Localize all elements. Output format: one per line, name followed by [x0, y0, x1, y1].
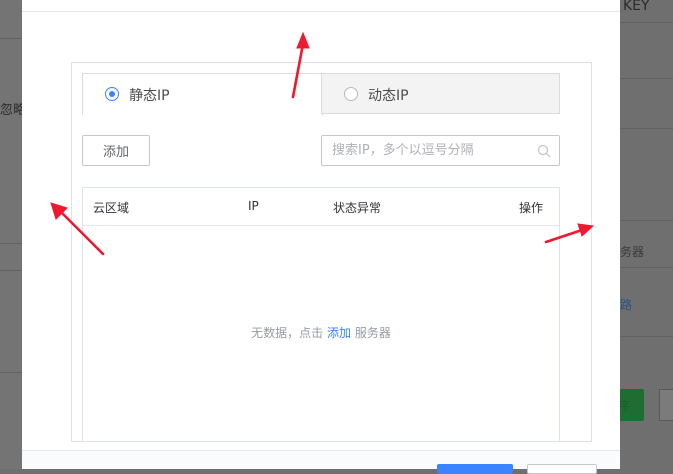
background-divider — [620, 78, 673, 79]
background-divider — [0, 243, 22, 244]
server-table: 云区域 IP 状态异常 操作 无数据，点击 添加 服务器 — [82, 187, 560, 442]
empty-state-add-link[interactable]: 添加 — [327, 326, 351, 340]
background-divider — [620, 22, 673, 23]
background-key-text: KEY — [623, 0, 650, 14]
background-divider — [0, 270, 22, 271]
background-link-text: 路 — [620, 298, 633, 312]
column-header-ip: IP — [248, 199, 259, 213]
background-divider — [620, 220, 673, 221]
table-header: 云区域 IP 状态异常 操作 — [83, 188, 559, 226]
empty-state-suffix: 服务器 — [354, 326, 391, 340]
column-header-cloud-area: 云区域 — [93, 201, 130, 215]
confirm-button[interactable] — [437, 464, 513, 474]
background-server-text: 务器 — [620, 245, 645, 259]
background-divider — [620, 267, 673, 268]
cancel-button[interactable] — [527, 464, 597, 474]
column-header-status: 状态异常 — [333, 201, 382, 215]
dynamic-ip-label: 动态IP — [368, 88, 409, 104]
column-header-actions: 操作 — [519, 201, 544, 215]
tab-static-ip[interactable]: 静态IP — [82, 73, 323, 115]
tab-dynamic-ip[interactable]: 动态IP — [321, 73, 560, 114]
background-cancel-button — [659, 389, 673, 421]
ip-search-box[interactable] — [321, 135, 560, 166]
empty-state-message: 无数据，点击 添加 服务器 — [83, 324, 559, 341]
background-divider — [0, 372, 22, 373]
search-icon[interactable] — [537, 144, 551, 158]
background-page-left — [0, 0, 22, 469]
ip-search-input[interactable] — [322, 136, 532, 165]
background-divider — [620, 336, 673, 337]
background-divider — [0, 38, 22, 39]
background-divider — [620, 128, 673, 129]
add-server-dialog: 静态IP 动态IP 添加 云区域 IP 状态异常 操作 无数据，点击 添加 服务… — [22, 0, 620, 474]
add-button[interactable]: 添加 — [82, 135, 150, 166]
empty-state-prefix: 无数据，点击 — [251, 326, 324, 340]
dialog-header-divider — [22, 11, 620, 12]
static-ip-label: 静态IP — [129, 88, 170, 104]
static-ip-radio[interactable] — [105, 87, 119, 101]
dynamic-ip-radio[interactable] — [344, 87, 358, 101]
